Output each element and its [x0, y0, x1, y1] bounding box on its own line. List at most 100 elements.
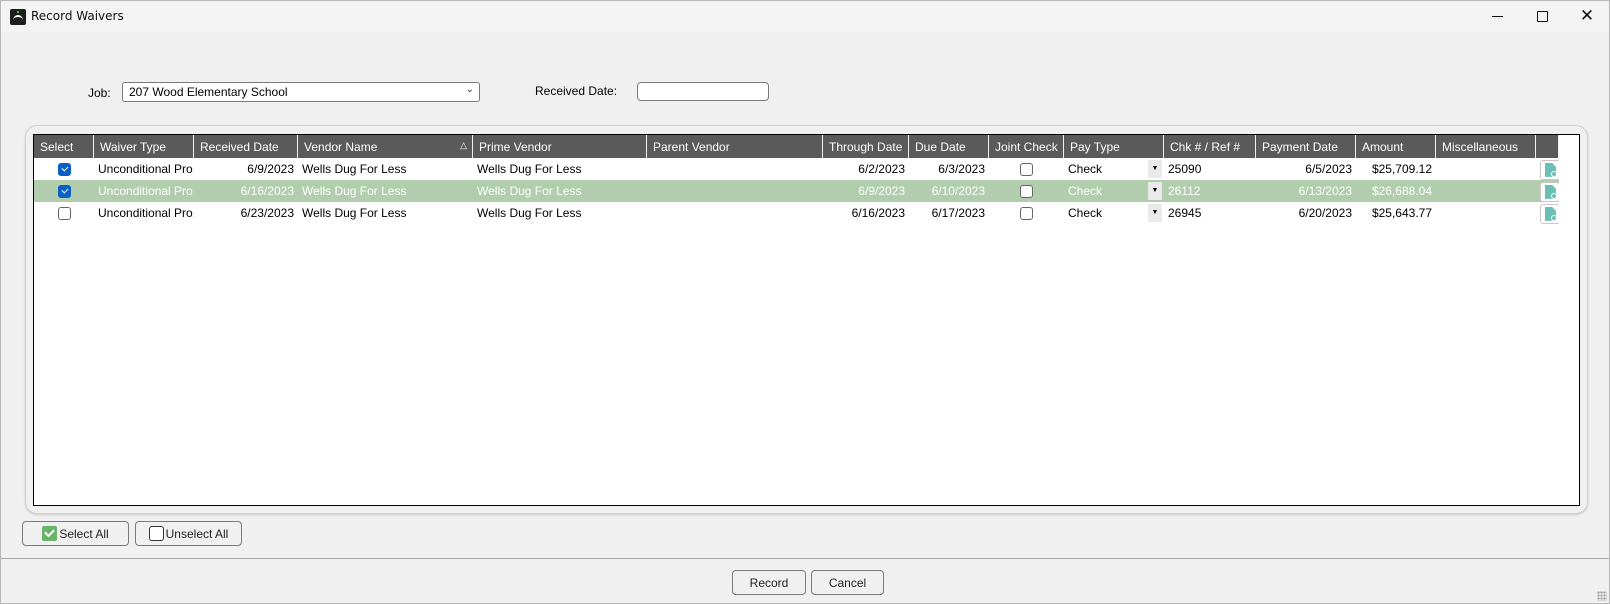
column-header-through-date[interactable]: Through Date: [823, 135, 909, 158]
cell-prime-vendor: Wells Dug For Less: [473, 180, 647, 202]
cell-payment-date: 6/5/2023: [1256, 158, 1356, 180]
cell-misc[interactable]: [1436, 180, 1536, 202]
job-dropdown[interactable]: 207 Wood Elementary School ⌄: [122, 82, 480, 102]
cell-waiver-type: Unconditional Pro...: [94, 202, 194, 224]
chk-ref-value: 25090: [1168, 162, 1202, 176]
close-button[interactable]: ✕: [1564, 1, 1610, 32]
cell-chk-ref[interactable]: 26945: [1164, 202, 1256, 224]
checked-box-icon: [42, 526, 58, 541]
vendor-name-value: Wells Dug For Less: [302, 184, 407, 198]
column-header-label: Miscellaneous: [1442, 140, 1519, 154]
joint-check-checkbox[interactable]: [1020, 207, 1033, 221]
cell-pay-type[interactable]: Check ▼: [1064, 180, 1164, 202]
record-button[interactable]: Record: [732, 570, 806, 595]
joint-check-checkbox[interactable]: [1020, 185, 1033, 199]
column-header-parent-vendor[interactable]: Parent Vendor: [647, 135, 823, 158]
view-document-button[interactable]: [1540, 181, 1559, 202]
payment-date-value: 6/13/2023: [1298, 184, 1352, 198]
resize-grip-icon[interactable]: [1597, 591, 1607, 601]
column-header-joint-check[interactable]: Joint Check: [989, 135, 1064, 158]
footer-divider: [1, 558, 1609, 559]
received-date-value: 6/23/2023: [240, 206, 294, 220]
due-date-value: 6/17/2023: [931, 206, 985, 220]
table-row[interactable]: Unconditional Pro... 6/23/2023 Wells Dug F…: [34, 202, 1559, 224]
table-row[interactable]: Unconditional Pro... 6/9/2023 Wells Dug Fo…: [34, 158, 1559, 180]
cell-received-date: 6/16/2023: [194, 180, 298, 202]
select-all-label: Select All: [59, 526, 109, 541]
column-header-label: Due Date: [915, 140, 966, 154]
cell-payment-date: 6/20/2023: [1256, 202, 1356, 224]
magnifier-icon: [1551, 170, 1557, 177]
select-all-button[interactable]: Select All: [22, 521, 129, 546]
column-header-waiver-type[interactable]: Waiver Type: [94, 135, 194, 158]
waiver-type-value: Unconditional Pro...: [98, 184, 194, 198]
cell-amount: $25,709.12: [1356, 158, 1436, 180]
cell-vendor-name: Wells Dug For Less: [298, 202, 473, 224]
waiver-type-value: Unconditional Pro...: [98, 162, 194, 176]
received-date-value: 6/9/2023: [247, 162, 294, 176]
table-row[interactable]: Unconditional Pro... 6/16/2023 Wells Dug F…: [34, 180, 1559, 202]
grid-header: Select Waiver Type Received Date Vendor Nam…: [34, 135, 1559, 158]
received-date-label: Received Date:: [535, 84, 618, 98]
column-header-vendor-name[interactable]: Vendor Name △: [298, 135, 473, 158]
cell-misc[interactable]: [1436, 158, 1536, 180]
column-header-label: Received Date: [200, 140, 279, 154]
column-header-prime-vendor[interactable]: Prime Vendor: [473, 135, 647, 158]
column-header-due-date[interactable]: Due Date: [909, 135, 989, 158]
view-document-button[interactable]: [1540, 159, 1559, 180]
minimize-icon: [1491, 16, 1503, 17]
cell-parent-vendor: [647, 180, 823, 202]
unselect-all-button[interactable]: Unselect All: [135, 521, 242, 546]
cell-chk-ref[interactable]: 26112: [1164, 180, 1256, 202]
maximize-icon: [1536, 11, 1548, 22]
pay-type-dropdown-arrow-icon[interactable]: ▼: [1148, 160, 1162, 178]
column-header-amount[interactable]: Amount: [1356, 135, 1436, 158]
cell-misc[interactable]: [1436, 202, 1536, 224]
column-header-misc[interactable]: Miscellaneous: [1436, 135, 1536, 158]
column-header-label: Pay Type: [1070, 140, 1120, 154]
pay-type-dropdown-arrow-icon[interactable]: ▼: [1148, 182, 1162, 200]
waivers-grid: Select Waiver Type Received Date Vendor Nam…: [33, 134, 1580, 506]
column-header-label: Vendor Name: [304, 140, 378, 154]
received-date-input[interactable]: [637, 82, 769, 101]
view-document-button[interactable]: [1540, 203, 1559, 224]
column-header-view[interactable]: [1536, 135, 1559, 158]
app-logo-icon: [10, 9, 26, 25]
select-checkbox[interactable]: [57, 207, 71, 221]
pay-type-dropdown-arrow-icon[interactable]: ▼: [1148, 204, 1162, 222]
select-checkbox[interactable]: [57, 185, 71, 199]
payment-date-value: 6/20/2023: [1298, 206, 1352, 220]
amount-value: $25,643.77: [1371, 206, 1432, 220]
cell-pay-type[interactable]: Check ▼: [1064, 202, 1164, 224]
cancel-button[interactable]: Cancel: [811, 570, 884, 595]
column-header-received-date[interactable]: Received Date: [194, 135, 298, 158]
cell-due-date: 6/17/2023: [909, 202, 989, 224]
maximize-button[interactable]: [1519, 1, 1565, 32]
column-header-label: Waiver Type: [100, 140, 167, 154]
column-header-label: Chk # / Ref #: [1170, 140, 1241, 154]
cell-chk-ref[interactable]: 25090: [1164, 158, 1256, 180]
column-header-pay-type[interactable]: Pay Type: [1064, 135, 1164, 158]
through-date-value: 6/2/2023: [858, 162, 905, 176]
close-icon: ✕: [1579, 6, 1595, 26]
cell-select: [34, 202, 94, 224]
joint-check-checkbox[interactable]: [1020, 163, 1033, 177]
cell-pay-type[interactable]: Check ▼: [1064, 158, 1164, 180]
cell-due-date: 6/3/2023: [909, 158, 989, 180]
chk-ref-value: 26945: [1168, 206, 1202, 220]
pay-type-value: Check: [1068, 206, 1103, 220]
cell-through-date: 6/2/2023: [823, 158, 909, 180]
waiver-type-value: Unconditional Pro...: [98, 206, 194, 220]
column-header-select[interactable]: Select: [34, 135, 94, 158]
cell-received-date: 6/23/2023: [194, 202, 298, 224]
column-header-payment-date[interactable]: Payment Date: [1256, 135, 1356, 158]
pay-type-value: Check: [1068, 184, 1103, 198]
column-header-label: Prime Vendor: [479, 140, 552, 154]
title-bar: Record Waivers ✕: [1, 1, 1609, 32]
minimize-button[interactable]: [1474, 1, 1520, 32]
column-header-chk-ref[interactable]: Chk # / Ref #: [1164, 135, 1256, 158]
chk-ref-value: 26112: [1168, 184, 1201, 198]
cell-joint-check: [989, 202, 1064, 224]
select-checkbox[interactable]: [57, 163, 71, 177]
cell-waiver-type: Unconditional Pro...: [94, 158, 194, 180]
